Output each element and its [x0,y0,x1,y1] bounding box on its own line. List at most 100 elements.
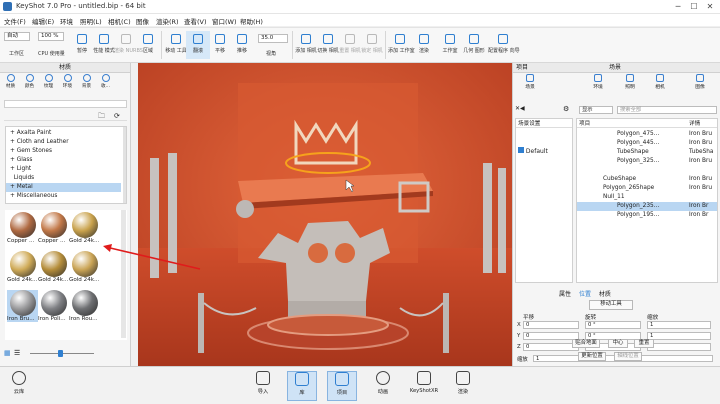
move-tool-button[interactable]: 移动 工具 [164,34,188,54]
filter-select[interactable]: 显示 [579,106,613,114]
geometry-button[interactable]: 几何 图形 [462,34,486,54]
reset-button[interactable]: 重置 [634,339,654,348]
tab-scene[interactable]: 场景 [519,74,541,90]
menu-camera[interactable]: 相机(C) [108,16,131,26]
pause-button[interactable]: 暂停 [70,34,94,54]
update-position-button[interactable]: 更新位置 [578,352,606,361]
render-button[interactable]: 渲染 [412,34,436,54]
tab-properties[interactable]: 属性 [559,291,571,298]
performance-mode-button[interactable]: 性能 模式 [92,34,116,54]
dolly-button[interactable]: 推移 [230,34,254,54]
switch-camera-button[interactable]: 切换 相机 [316,34,340,54]
scene-tree-row[interactable]: Polygon_325... Iron Bru [577,157,717,166]
reset-camera-button[interactable]: 重置 相机 [338,34,362,54]
maximize-button[interactable]: ☐ [688,2,700,11]
pivot-position-button[interactable]: 轴线位置 [614,352,642,361]
tree-item[interactable]: + Gem Stones [6,147,121,156]
scene-tree-row[interactable]: Polygon_475... Iron Bru [577,130,717,139]
tree-scrollbar[interactable] [123,127,126,203]
tab-backgrounds[interactable]: 背景 [80,74,93,89]
region-button[interactable]: 区域 [136,34,160,54]
grid-view-icon[interactable]: ▦ [4,349,11,357]
menu-edit[interactable]: 编辑(E) [32,16,54,26]
tab-lighting[interactable]: 照明 [619,74,641,90]
keyshotxr-button[interactable]: KeyShotXR [406,371,442,394]
fov-field[interactable]: 35.0 [258,34,288,43]
menu-env[interactable]: 环境 [60,16,73,26]
scene-tree-row[interactable]: CubeShape Iron Bru [577,175,717,184]
material-thumb[interactable]: Gold 24k... [38,251,69,283]
animation-button[interactable]: 动画 [368,371,398,395]
menu-window[interactable]: 窗口(W) [212,16,237,26]
scene-search-input[interactable]: 搜索全部 [617,106,717,114]
list-view-icon[interactable]: ☰ [14,349,20,357]
scene-tree-row[interactable]: Polygon_195... Iron Br [577,211,717,220]
material-thumb[interactable]: Copper ... [7,212,38,244]
tab-image[interactable]: 图像 [689,74,711,90]
tree-item[interactable]: Liquids [6,174,121,183]
menu-image[interactable]: 图像 [136,16,149,26]
scene-tree-row[interactable]: Polygon_265hape Iron Bru [577,184,717,193]
close-button[interactable]: ✕ [704,2,716,11]
slider-handle[interactable] [58,350,63,357]
material-thumb-selected[interactable]: Iron Bru... [7,290,38,322]
material-thumb[interactable]: Gold 24k... [69,251,100,283]
tree-item[interactable]: + Glass [6,156,121,165]
tree-item[interactable]: + Axalta Paint [6,129,121,138]
collapse-icon[interactable]: ✕◀ [515,105,525,112]
library-button[interactable]: 库 [287,371,317,401]
tree-item[interactable]: + Cloth and Leather [6,138,121,147]
scene-tree-row[interactable]: Polygon_445... Iron Bru [577,139,717,148]
tab-environments[interactable]: 环境 [61,74,74,89]
menu-view[interactable]: 查看(V) [184,16,207,26]
material-thumb[interactable]: Gold 24k... [69,212,100,244]
translate-y-field[interactable]: 0 [523,332,579,340]
tab-favorites[interactable]: 收... [99,74,112,89]
pan-button[interactable]: 平移 [208,34,232,54]
tab-camera[interactable]: 相机 [649,74,671,90]
snap-to-ground-button[interactable]: 贴合地面 [572,339,600,348]
zoom-select[interactable]: 100 % [38,32,64,41]
move-tool-button[interactable]: 移动工具 [589,300,633,310]
material-thumb[interactable]: Gold 24k... [7,251,38,283]
cloud-library-button[interactable]: 云库 [4,371,34,395]
tab-materials[interactable]: 材质 [4,74,17,89]
studio-button[interactable]: 工作室 [438,34,462,54]
render-output-button[interactable]: 渲染 [448,371,478,395]
default-set-row[interactable]: Default [518,147,548,155]
tree-item-selected[interactable]: + Metal [6,183,121,192]
translate-x-field[interactable]: 0 [523,321,579,329]
mode-select[interactable]: 自动 [4,32,30,41]
tree-item[interactable]: + Light [6,165,121,174]
scale-x-field[interactable]: 1 [647,321,711,329]
minimize-button[interactable]: ─ [672,2,684,11]
material-thumb[interactable]: Copper ... [38,212,69,244]
material-thumb[interactable]: Iron Poli... [38,290,69,322]
refresh-icon[interactable]: ⟳ [114,112,120,120]
tab-material[interactable]: 材质 [599,291,611,298]
tab-colors[interactable]: 颜色 [23,74,36,89]
folder-icon[interactable]: 🗀 [98,112,105,123]
translate-z-field[interactable]: 0 [523,343,579,351]
add-studio-button[interactable]: 添加 工作室 [388,34,415,54]
nurbs-button[interactable]: 渲染 NURBS [114,34,143,54]
lock-camera-button[interactable]: 锁定 相机 [360,34,384,54]
menu-light[interactable]: 照明(L) [80,16,102,26]
project-button[interactable]: 项目 [327,371,357,401]
checkbox-checked-icon[interactable] [518,147,524,153]
menu-render[interactable]: 渲染(R) [156,16,179,26]
tab-textures[interactable]: 纹理 [42,74,55,89]
center-button[interactable]: 中心 [608,339,628,348]
scene-tree-row[interactable]: TubeShape TubeSha [577,148,717,157]
tab-environment[interactable]: 环境 [587,74,609,90]
scene-tree-row-selected[interactable]: Polygon_235... Iron Br [577,202,717,212]
add-camera-button[interactable]: 添加 相机 [294,34,318,54]
scale-y-field[interactable]: 1 [647,332,711,340]
configurator-button[interactable]: 配置程序 向导 [488,34,520,54]
tumble-button[interactable]: 翻滚 [186,31,210,59]
import-button[interactable]: 导入 [248,371,278,395]
gear-icon[interactable]: ⚙ [563,105,569,113]
scale-z-field[interactable]: 1 [647,343,711,351]
render-viewport[interactable] [138,63,512,366]
rotate-x-field[interactable]: 0 ° [585,321,641,329]
